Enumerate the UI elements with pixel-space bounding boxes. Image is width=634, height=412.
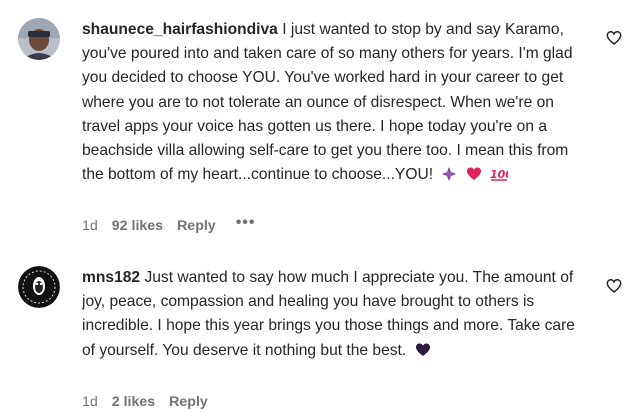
comment-likes-count[interactable]: 2 likes <box>112 394 155 410</box>
avatar[interactable] <box>18 18 60 60</box>
avatar[interactable] <box>18 266 60 308</box>
reply-button[interactable]: Reply <box>177 218 216 234</box>
comment-username[interactable]: mns182 <box>82 269 140 286</box>
like-heart-outline-icon[interactable] <box>606 278 622 294</box>
like-heart-outline-icon[interactable] <box>606 30 622 46</box>
comment-timestamp[interactable]: 1d <box>82 218 98 234</box>
user-photo-avatar <box>18 18 60 60</box>
reply-button[interactable]: Reply <box>169 394 208 410</box>
more-options-icon[interactable]: ••• <box>236 215 256 234</box>
comment-body: mns182 Just wanted to say how much I app… <box>82 266 582 366</box>
hundred-points-emoji: 100 <box>490 166 513 190</box>
comment-timestamp[interactable]: 1d <box>82 394 98 410</box>
comment-meta: 1d 2 likes Reply <box>82 394 228 410</box>
black-heart-emoji <box>415 342 431 366</box>
comment-username[interactable]: shaunece_hairfashiondiva <box>82 21 278 38</box>
comment-text: I just wanted to stop by and say Karamo,… <box>82 21 573 184</box>
comment-meta: 1d 92 likes Reply ••• <box>82 215 256 235</box>
comment-likes-count[interactable]: 92 likes <box>112 218 163 234</box>
purple-sparkle-emoji <box>441 166 457 190</box>
red-heart-emoji <box>466 166 482 190</box>
user-photo-avatar <box>18 266 60 308</box>
comment-text: Just wanted to say how much I appreciate… <box>82 269 575 359</box>
svg-text:100: 100 <box>490 168 508 181</box>
comment-body: shaunece_hairfashiondiva I just wanted t… <box>82 18 582 190</box>
